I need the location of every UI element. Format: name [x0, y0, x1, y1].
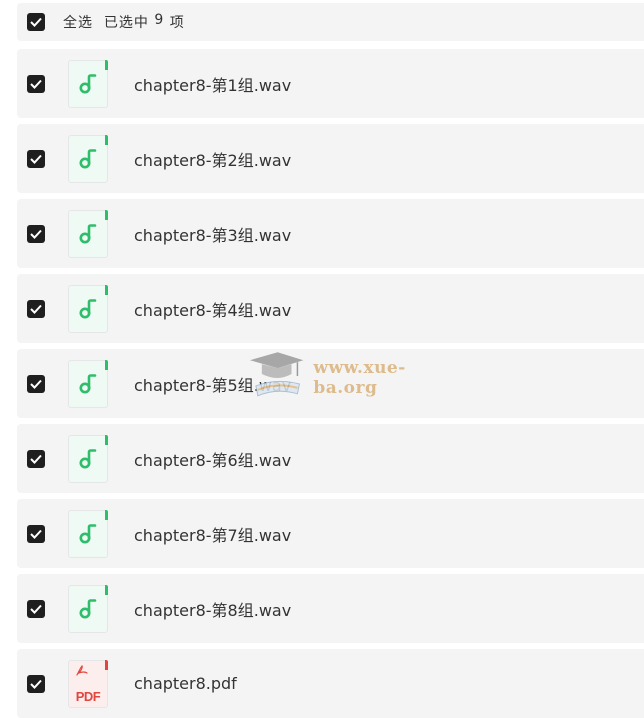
select-all-label[interactable]: 全选 — [63, 12, 93, 32]
music-note-icon — [79, 448, 97, 468]
music-note-icon — [79, 523, 97, 543]
check-icon — [30, 17, 42, 27]
audio-file-icon — [68, 284, 108, 333]
file-name[interactable]: chapter8-第6组.wav — [134, 447, 291, 471]
check-icon — [30, 604, 42, 614]
music-note-icon — [79, 298, 97, 318]
audio-file-icon — [68, 59, 108, 108]
select-all-bar: 全选 已选中 9 项 — [17, 3, 644, 41]
file-checkbox[interactable] — [27, 149, 45, 168]
file-row[interactable]: chapter8-第6组.wav — [17, 424, 644, 493]
music-note-icon — [79, 598, 97, 618]
file-checkbox[interactable] — [27, 224, 45, 243]
acrobat-icon — [76, 664, 88, 676]
file-row[interactable]: PDF chapter8.pdf — [17, 649, 644, 718]
file-name[interactable]: chapter8-第5组.wav — [134, 372, 291, 396]
file-checkbox[interactable] — [27, 524, 45, 543]
file-checkbox[interactable] — [27, 449, 45, 468]
audio-file-icon — [68, 434, 108, 483]
music-note-icon — [79, 73, 97, 93]
file-row[interactable]: chapter8-第5组.wav — [17, 349, 644, 418]
audio-file-icon — [68, 584, 108, 633]
audio-file-icon — [68, 134, 108, 183]
selected-prefix: 已选中 — [103, 15, 149, 31]
check-icon — [30, 154, 42, 164]
file-row[interactable]: chapter8-第1组.wav — [17, 49, 644, 118]
select-all-checkbox[interactable] — [27, 13, 45, 31]
music-note-icon — [79, 148, 97, 168]
file-name[interactable]: chapter8-第8组.wav — [134, 597, 291, 621]
file-checkbox[interactable] — [27, 299, 45, 318]
file-row[interactable]: chapter8-第7组.wav — [17, 499, 644, 568]
file-row[interactable]: chapter8-第4组.wav — [17, 274, 644, 343]
selected-count: 9 — [154, 12, 165, 28]
file-checkbox[interactable] — [27, 599, 45, 618]
file-row[interactable]: chapter8-第3组.wav — [17, 199, 644, 268]
music-note-icon — [79, 223, 97, 243]
check-icon — [30, 679, 42, 689]
selection-summary: 全选 已选中 9 项 — [63, 12, 185, 32]
check-icon — [30, 379, 42, 389]
file-name[interactable]: chapter8-第4组.wav — [134, 297, 291, 321]
audio-file-icon — [68, 209, 108, 258]
file-checkbox[interactable] — [27, 374, 45, 393]
file-name[interactable]: chapter8-第3组.wav — [134, 222, 291, 246]
pdf-label: PDF — [75, 688, 101, 704]
file-row[interactable]: chapter8-第2组.wav — [17, 124, 644, 193]
file-row[interactable]: chapter8-第8组.wav — [17, 574, 644, 643]
check-icon — [30, 79, 42, 89]
file-checkbox[interactable] — [27, 674, 45, 693]
check-icon — [30, 454, 42, 464]
file-name[interactable]: chapter8-第2组.wav — [134, 147, 291, 171]
pdf-file-icon: PDF — [68, 659, 108, 708]
music-note-icon — [79, 373, 97, 393]
file-name[interactable]: chapter8-第1组.wav — [134, 72, 291, 96]
file-name[interactable]: chapter8.pdf — [134, 674, 237, 693]
check-icon — [30, 304, 42, 314]
check-icon — [30, 529, 42, 539]
check-icon — [30, 229, 42, 239]
audio-file-icon — [68, 359, 108, 408]
file-checkbox[interactable] — [27, 74, 45, 93]
audio-file-icon — [68, 509, 108, 558]
selected-suffix: 项 — [169, 15, 185, 31]
file-name[interactable]: chapter8-第7组.wav — [134, 522, 291, 546]
